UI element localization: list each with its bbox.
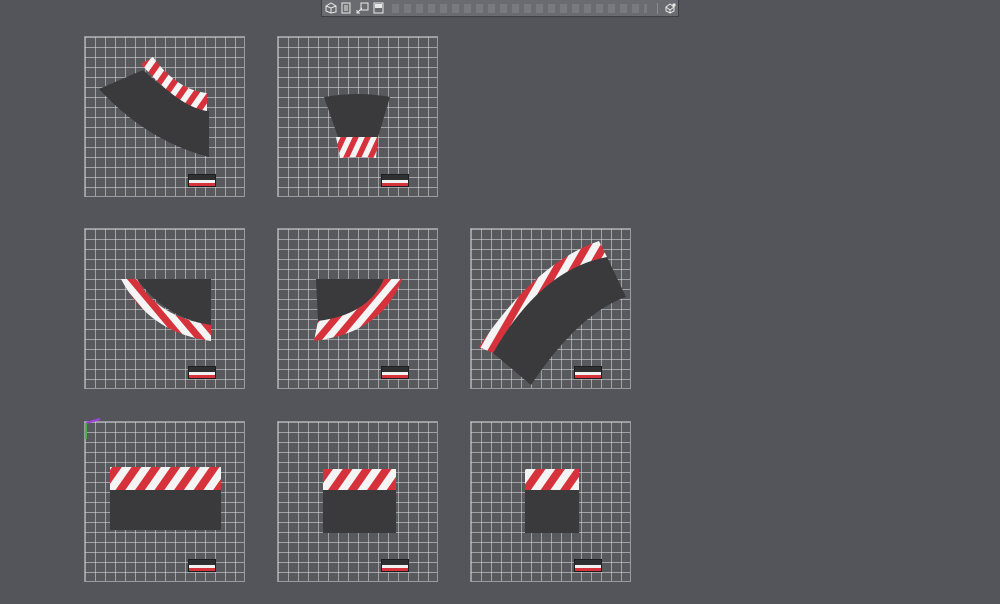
curb-swatch — [381, 559, 409, 572]
tile-curve-long-tilted[interactable] — [470, 228, 631, 389]
toolbar-controls-dimmed — [392, 3, 647, 13]
tile-curve-quarter-left[interactable] — [84, 228, 245, 389]
gizmo-settings-icon[interactable] — [662, 1, 678, 16]
curb-swatch — [574, 366, 602, 379]
toolbar-separator — [657, 2, 658, 14]
tile-curve-quarter-right[interactable] — [277, 228, 438, 389]
viewport-toolbar — [321, 0, 679, 17]
curb-swatch — [381, 174, 409, 187]
tile-curve-wedge[interactable] — [277, 36, 438, 197]
curb-swatch — [188, 366, 216, 379]
curb-swatch — [574, 559, 602, 572]
tile-straight-medium[interactable] — [277, 421, 438, 582]
view-layers-icon[interactable] — [338, 1, 354, 16]
straight-wide-track — [110, 467, 221, 530]
curb-swatch — [381, 366, 409, 379]
view-panel-icon[interactable] — [370, 1, 386, 16]
straight-medium-track — [323, 469, 396, 533]
tile-straight-short[interactable] — [470, 421, 631, 582]
tile-curve-outer-1[interactable] — [84, 36, 245, 197]
perspective-cube-icon[interactable] — [322, 1, 338, 16]
curve-wedge-track — [324, 94, 390, 158]
curb-swatch — [188, 174, 216, 187]
curb-swatch — [188, 559, 216, 572]
view-resize-icon[interactable] — [354, 1, 370, 16]
curve-long-tilted-track — [479, 241, 626, 385]
curve-outer-track — [99, 57, 209, 157]
curve-quarter-left-track — [121, 279, 211, 341]
axis-gizmo-icon — [85, 418, 101, 439]
tile-straight-wide[interactable] — [84, 421, 245, 582]
curve-quarter-right-track — [314, 279, 402, 341]
straight-short-track — [525, 469, 579, 533]
